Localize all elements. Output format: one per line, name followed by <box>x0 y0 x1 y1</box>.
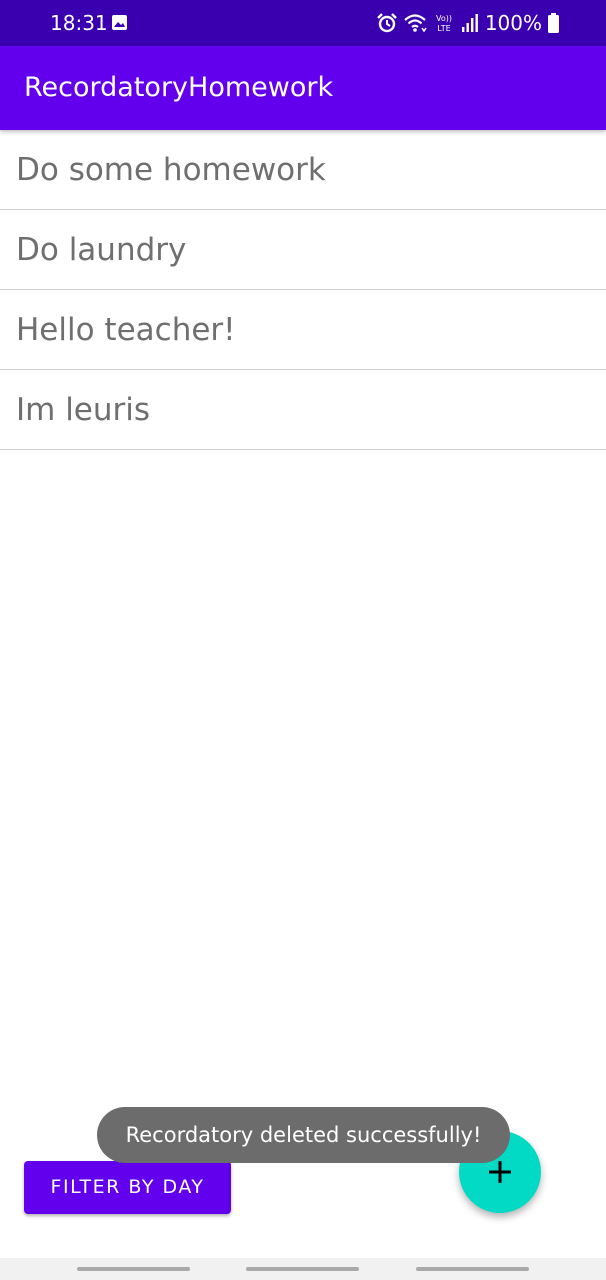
status-bar: 18:31 Vo)) LTE 100% <box>0 0 606 46</box>
volte-icon: Vo)) LTE <box>436 14 452 33</box>
list-item[interactable]: Do laundry <box>0 210 606 290</box>
battery-percent: 100% <box>484 11 542 35</box>
nav-recents-handle[interactable] <box>77 1267 190 1271</box>
list-item-label: Im leuris <box>16 392 151 428</box>
app-bar: RecordatoryHomework <box>0 46 606 130</box>
gallery-icon <box>112 15 127 30</box>
status-time: 18:31 <box>50 11 108 35</box>
navigation-bar <box>0 1258 606 1280</box>
status-icons: Vo)) LTE 100% <box>376 10 559 36</box>
nav-back-handle[interactable] <box>416 1267 529 1271</box>
volte-bottom-text: LTE <box>437 24 450 33</box>
toast-message: Recordatory deleted successfully! <box>97 1107 510 1163</box>
wifi-icon <box>404 14 427 33</box>
list-item-label: Do laundry <box>16 232 187 268</box>
app-title: RecordatoryHomework <box>24 72 334 103</box>
recordatory-list: Do some homework Do laundry Hello teache… <box>0 130 606 450</box>
volte-top-text: Vo)) <box>436 14 452 23</box>
list-item[interactable]: Do some homework <box>0 130 606 210</box>
plus-icon <box>489 1161 511 1183</box>
list-item-label: Do some homework <box>16 152 326 188</box>
alarm-icon <box>376 13 397 33</box>
nav-home-handle[interactable] <box>246 1267 359 1271</box>
list-item[interactable]: Hello teacher! <box>0 290 606 370</box>
signal-icon <box>461 14 478 32</box>
list-item[interactable]: Im leuris <box>0 370 606 450</box>
filter-by-day-button[interactable]: FILTER BY DAY <box>24 1161 231 1214</box>
battery-icon <box>548 13 559 33</box>
list-item-label: Hello teacher! <box>16 312 236 348</box>
